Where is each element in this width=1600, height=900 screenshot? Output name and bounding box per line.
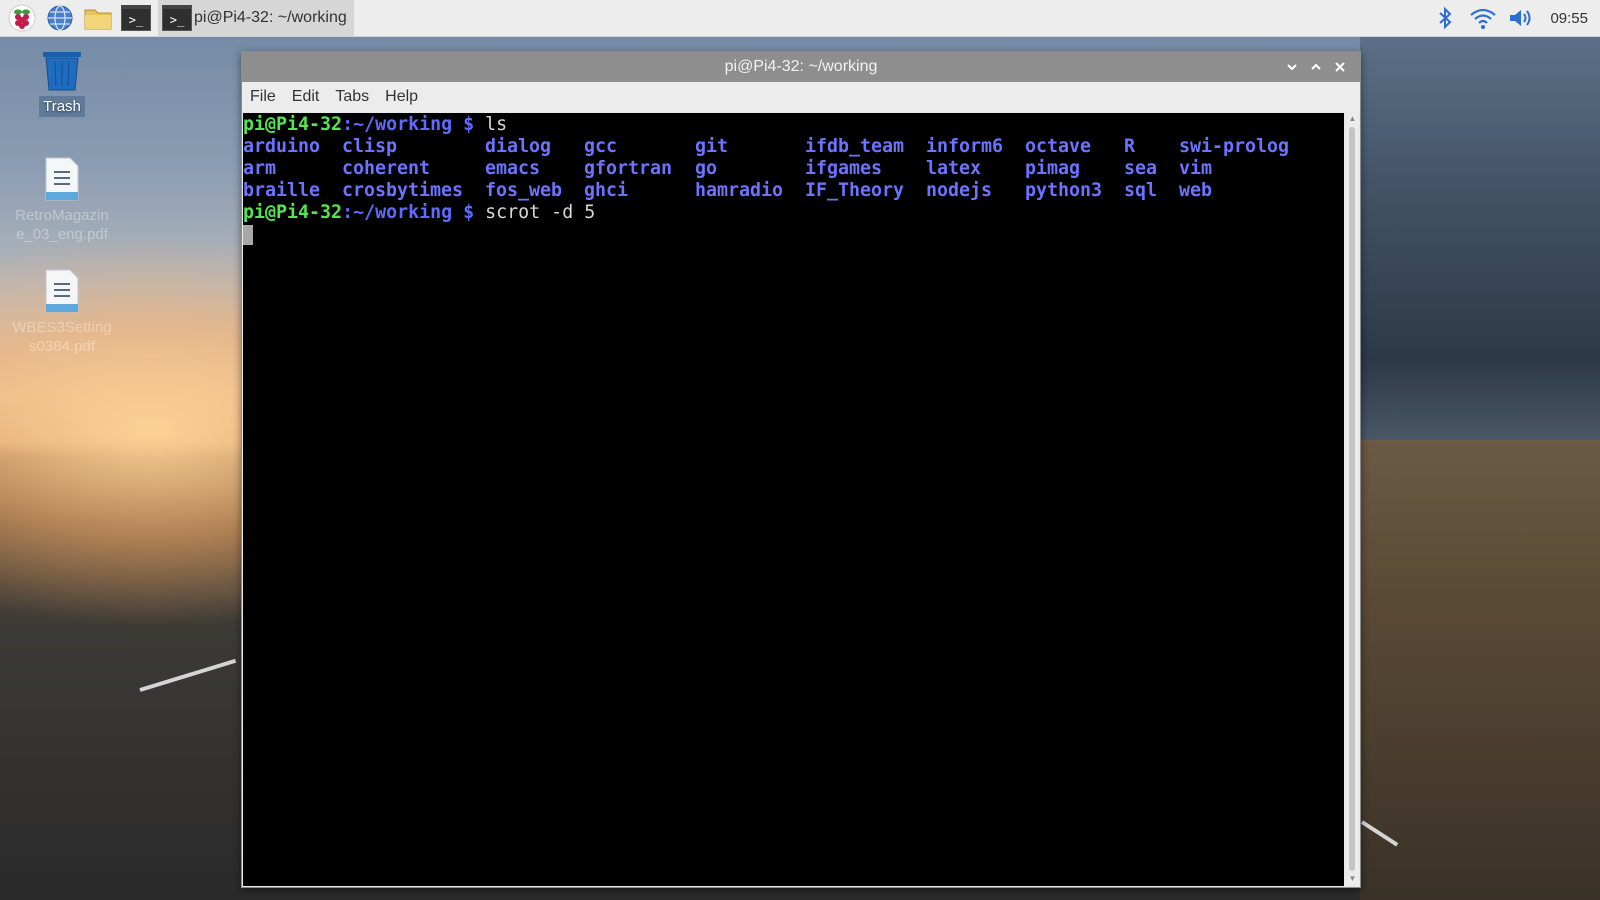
system-tray: 09:55 [1430, 0, 1600, 36]
dir-entry: gfortran [584, 158, 673, 179]
dir-entry: python3 [1025, 180, 1103, 201]
dir-entry: git [695, 136, 729, 157]
terminal-scrollbar[interactable]: ▲ ▼ [1346, 113, 1359, 885]
clock[interactable]: 09:55 [1550, 10, 1588, 27]
dir-entry: swi-prolog [1179, 136, 1290, 157]
taskbar-task-terminal[interactable]: >_ pi@Pi4-32: ~/working [158, 0, 354, 36]
dir-entry: dialog [485, 136, 552, 157]
window-titlebar[interactable]: pi@Pi4-32: ~/working [242, 52, 1360, 82]
dir-entry: R [1124, 136, 1136, 157]
desktop-icon-label: WBES3Settings0384.pdf [12, 319, 112, 355]
terminal-icon[interactable]: >_ [120, 3, 152, 33]
terminal-line: pi@Pi4-32:~/working $ ls [243, 114, 1344, 136]
dir-entry: fos_web [485, 180, 563, 201]
dir-entry: arm [243, 158, 277, 179]
prompt-user: pi@Pi4-32 [243, 114, 343, 135]
volume-icon[interactable] [1506, 3, 1536, 33]
scroll-down-icon[interactable]: ▼ [1347, 874, 1358, 884]
dir-entry: vim [1179, 158, 1213, 179]
prompt-user: pi@Pi4-32 [243, 202, 343, 223]
dir-entry: clisp [342, 136, 398, 157]
bluetooth-icon[interactable] [1430, 3, 1460, 33]
scroll-up-icon[interactable]: ▲ [1347, 114, 1358, 124]
terminal-window: pi@Pi4-32: ~/working File Edit Tabs Help… [241, 51, 1361, 888]
desktop-icon-label: Trash [39, 96, 85, 117]
wallpaper-land [1360, 440, 1600, 900]
dir-entry: IF_Theory [805, 180, 905, 201]
close-button[interactable] [1328, 55, 1352, 79]
desktop-icon-trash[interactable]: Trash [12, 50, 112, 117]
document-icon [45, 269, 79, 313]
dir-entry: nodejs [926, 180, 993, 201]
dir-entry: octave [1025, 136, 1092, 157]
web-browser-icon[interactable] [44, 3, 76, 33]
taskbar: >_ >_ pi@Pi4-32: ~/working 09:55 [0, 0, 1600, 37]
terminal-icon: >_ [162, 5, 192, 31]
dir-entry: web [1179, 180, 1213, 201]
prompt-path: :~/working $ [342, 202, 475, 223]
wifi-icon[interactable] [1468, 3, 1498, 33]
terminal-line [243, 224, 1344, 246]
desktop-icon-pdf[interactable]: WBES3Settings0384.pdf [12, 268, 112, 356]
minimize-button[interactable] [1280, 55, 1304, 79]
dir-entry: ifgames [805, 158, 883, 179]
dir-entry: hamradio [695, 180, 784, 201]
raspberry-menu-icon[interactable] [6, 3, 38, 33]
terminal-cursor [243, 225, 253, 245]
menu-file[interactable]: File [250, 88, 276, 106]
dir-entry: sql [1124, 180, 1158, 201]
wallpaper-road-line [139, 658, 237, 692]
dir-entry: go [695, 158, 718, 179]
dir-entry: crosbytimes [342, 180, 464, 201]
command-text: scrot -d 5 [474, 202, 596, 223]
prompt-path: :~/working $ [342, 114, 475, 135]
terminal-output[interactable]: pi@Pi4-32:~/working $ ls arduino clisp d… [243, 113, 1344, 886]
taskbar-task-label: pi@Pi4-32: ~/working [194, 9, 347, 26]
menu-help[interactable]: Help [385, 88, 418, 106]
maximize-button[interactable] [1304, 55, 1328, 79]
window-title: pi@Pi4-32: ~/working [724, 58, 878, 75]
dir-entry: gcc [584, 136, 618, 157]
ls-output: arduino clisp dialog gcc git ifdb_team i… [243, 136, 1344, 202]
dir-entry: sea [1124, 158, 1158, 179]
dir-entry: braille [243, 180, 321, 201]
scroll-thumb[interactable] [1349, 127, 1355, 871]
dir-entry: arduino [243, 136, 321, 157]
dir-entry: coherent [342, 158, 431, 179]
menu-bar: File Edit Tabs Help [242, 82, 1360, 112]
file-manager-icon[interactable] [82, 3, 114, 33]
desktop-icon-label: RetroMagazine_03_eng.pdf [15, 207, 109, 243]
wallpaper-sky [1360, 36, 1600, 440]
terminal-line: pi@Pi4-32:~/working $ scrot -d 5 [243, 202, 1344, 224]
dir-entry: ifdb_team [805, 136, 905, 157]
desktop-icon-pdf[interactable]: RetroMagazine_03_eng.pdf [12, 156, 112, 244]
command-text: ls [474, 114, 508, 135]
dir-entry: pimag [1025, 158, 1081, 179]
document-icon [45, 157, 79, 201]
dir-entry: latex [926, 158, 982, 179]
menu-tabs[interactable]: Tabs [335, 88, 369, 106]
dir-entry: emacs [485, 158, 541, 179]
dir-entry: inform6 [926, 136, 1004, 157]
trash-icon [43, 52, 81, 91]
menu-edit[interactable]: Edit [292, 88, 320, 106]
dir-entry: ghci [584, 180, 629, 201]
